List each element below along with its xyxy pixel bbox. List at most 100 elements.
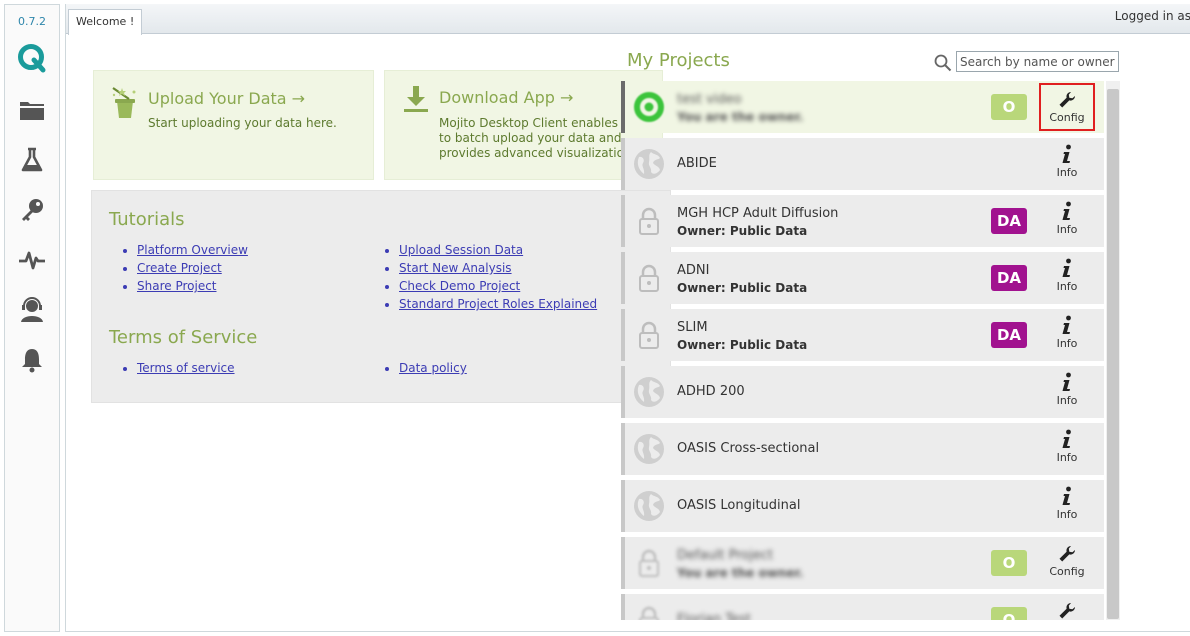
info-icon	[1039, 311, 1095, 335]
project-row[interactable]: ADHD 200 Info	[621, 366, 1104, 418]
download-text: Mojito Desktop Client enables you to bat…	[439, 116, 644, 161]
project-owner: Owner: Public Data	[677, 338, 808, 352]
info-icon	[1039, 254, 1095, 278]
terms-left-list: Terms of service	[121, 361, 235, 379]
flask-icon[interactable]	[5, 143, 59, 177]
info-button[interactable]: Info	[1039, 140, 1095, 188]
project-list-scrollbar[interactable]	[1106, 81, 1120, 620]
info-icon	[1039, 197, 1095, 221]
tab-welcome[interactable]: Welcome !	[68, 9, 143, 35]
lock-icon	[633, 262, 665, 294]
project-name[interactable]: MGH HCP Adult Diffusion	[677, 206, 838, 221]
project-name[interactable]: SLIM	[677, 320, 708, 335]
check-demo-project-link[interactable]: Check Demo Project	[399, 279, 520, 293]
start-new-analysis-link[interactable]: Start New Analysis	[399, 261, 512, 275]
support-icon[interactable]	[5, 293, 59, 327]
list-item: Check Demo Project	[399, 279, 597, 297]
project-search-input[interactable]	[956, 51, 1119, 72]
action-label: Info	[1056, 280, 1078, 293]
magic-hat-icon	[112, 87, 136, 118]
project-row[interactable]: SLIM Owner: Public Data DA Info	[621, 309, 1104, 361]
q-logo-icon[interactable]	[5, 41, 59, 75]
folder-icon[interactable]	[5, 93, 59, 127]
upload-card[interactable]: Upload Your Data → Start uploading your …	[93, 70, 374, 180]
globe-icon	[633, 490, 665, 522]
info-button[interactable]: Info	[1039, 482, 1095, 530]
scrollbar-thumb[interactable]	[1107, 89, 1119, 619]
role-badge: O	[991, 607, 1027, 620]
config-button[interactable]: Config	[1039, 539, 1095, 587]
action-label: Info	[1056, 223, 1078, 236]
action-label: Info	[1056, 508, 1078, 521]
project-name[interactable]: test video	[677, 92, 742, 107]
project-row[interactable]: MGH HCP Adult Diffusion Owner: Public Dat…	[621, 195, 1104, 247]
globe-icon	[633, 433, 665, 465]
project-name[interactable]: OASIS Longitudinal	[677, 498, 800, 513]
project-owner: Owner: Public Data	[677, 224, 808, 238]
list-item: Terms of service	[137, 361, 235, 379]
project-owner: Owner: Public Data	[677, 281, 808, 295]
project-owner: You are the owner.	[677, 110, 804, 124]
upload-text: Start uploading your data here.	[148, 116, 337, 130]
project-name[interactable]: Florian Test	[677, 612, 751, 620]
tutorials-left-list: Platform Overview Create Project Share P…	[121, 243, 248, 297]
terms-title: Terms of Service	[109, 327, 258, 348]
platform-overview-link[interactable]: Platform Overview	[137, 243, 248, 257]
upload-title[interactable]: Upload Your Data →	[148, 89, 305, 108]
project-row[interactable]: OASIS Cross-sectional Info	[621, 423, 1104, 475]
info-button[interactable]: Info	[1039, 368, 1095, 416]
terms-of-service-link[interactable]: Terms of service	[137, 361, 235, 375]
key-icon[interactable]	[5, 193, 59, 227]
project-row[interactable]: Default Project You are the owner. O Config	[621, 537, 1104, 589]
info-icon	[1039, 368, 1095, 392]
project-row[interactable]: ABIDE Info	[621, 138, 1104, 190]
list-item: Data policy	[399, 361, 467, 379]
globe-icon	[633, 148, 665, 180]
project-name[interactable]: ABIDE	[677, 156, 717, 171]
list-item: Upload Session Data	[399, 243, 597, 261]
info-icon	[1039, 482, 1095, 506]
lock-icon	[633, 205, 665, 237]
terms-right-list: Data policy	[383, 361, 467, 379]
tutorials-right-list: Upload Session Data Start New Analysis C…	[383, 243, 597, 315]
project-row[interactable]: ADNI Owner: Public Data DA Info	[621, 252, 1104, 304]
action-label: Config	[1049, 111, 1085, 124]
upload-session-data-link[interactable]: Upload Session Data	[399, 243, 523, 257]
project-name[interactable]: OASIS Cross-sectional	[677, 441, 819, 456]
project-roles-link[interactable]: Standard Project Roles Explained	[399, 297, 597, 311]
download-icon	[404, 86, 428, 112]
info-button[interactable]: Info	[1039, 425, 1095, 473]
tutorials-title: Tutorials	[109, 209, 185, 230]
config-button[interactable]: Config	[1039, 83, 1095, 131]
download-title[interactable]: Download App →	[439, 88, 573, 107]
info-button[interactable]: Info	[1039, 197, 1095, 245]
project-row[interactable]: OASIS Longitudinal Info	[621, 480, 1104, 532]
share-project-link[interactable]: Share Project	[137, 279, 217, 293]
project-owner: You are the owner.	[677, 566, 804, 580]
logged-in-label: Logged in as	[1114, 9, 1190, 23]
pulse-icon[interactable]	[5, 243, 59, 277]
lock-icon	[633, 604, 665, 620]
bell-icon[interactable]	[5, 343, 59, 377]
search-icon[interactable]	[934, 54, 952, 72]
download-text-line: to batch upload your data and	[439, 131, 622, 145]
action-label: Info	[1056, 337, 1078, 350]
project-name[interactable]: ADNI	[677, 263, 709, 278]
list-item: Share Project	[137, 279, 248, 297]
list-item: Platform Overview	[137, 243, 248, 261]
project-name[interactable]: ADHD 200	[677, 384, 745, 399]
config-button[interactable]	[1039, 596, 1095, 620]
role-badge: O	[991, 94, 1027, 120]
list-item: Start New Analysis	[399, 261, 597, 279]
project-row[interactable]: test video You are the owner. O Config	[621, 81, 1104, 133]
tab-bar: Welcome ! Logged in as	[66, 4, 1190, 35]
left-sidebar: 0.7.2	[4, 4, 60, 632]
data-policy-link[interactable]: Data policy	[399, 361, 467, 375]
create-project-link[interactable]: Create Project	[137, 261, 222, 275]
project-row[interactable]: Florian Test O	[621, 594, 1104, 620]
download-text-line: Mojito Desktop Client enables you	[439, 116, 644, 130]
project-name[interactable]: Default Project	[677, 548, 773, 563]
lock-icon	[633, 547, 665, 579]
info-button[interactable]: Info	[1039, 311, 1095, 359]
info-button[interactable]: Info	[1039, 254, 1095, 302]
